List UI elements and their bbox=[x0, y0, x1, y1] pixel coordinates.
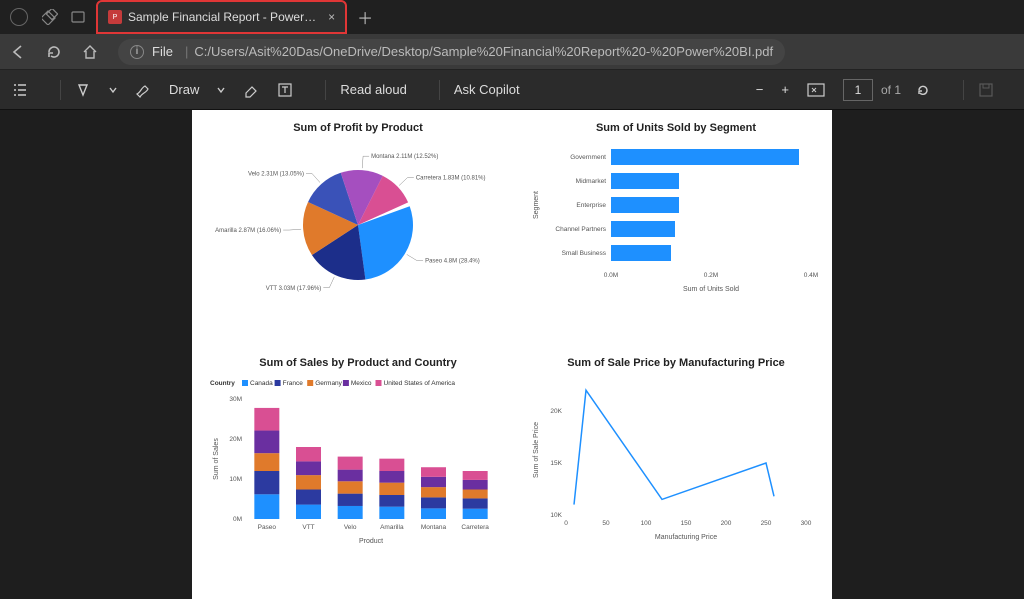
svg-text:Paseo: Paseo bbox=[258, 524, 277, 531]
zoom-out-button[interactable]: − bbox=[756, 82, 764, 97]
svg-text:VTT: VTT bbox=[302, 524, 314, 531]
line-chart: 10K 15K 20K Sum of Sale Price 0 50 100 150 200 25… bbox=[526, 375, 826, 555]
svg-text:Sum of Units Sold: Sum of Units Sold bbox=[683, 286, 739, 293]
chart-sale-price-by-mfg-price: Sum of Sale Price by Manufacturing Price… bbox=[526, 357, 826, 599]
svg-text:Sum of Sales: Sum of Sales bbox=[213, 438, 220, 480]
svg-text:10M: 10M bbox=[229, 476, 242, 483]
tab-title: Sample Financial Report - Power… bbox=[128, 10, 316, 24]
address-bar-row: i File | C:/Users/Asit%20Das/OneDrive/De… bbox=[0, 34, 1024, 70]
page-of-label: of 1 bbox=[881, 83, 901, 97]
svg-text:France: France bbox=[283, 380, 304, 387]
svg-text:Enterprise: Enterprise bbox=[576, 202, 606, 209]
svg-text:Channel Partners: Channel Partners bbox=[555, 226, 606, 233]
svg-text:200: 200 bbox=[721, 520, 732, 527]
zoom-in-button[interactable]: + bbox=[781, 82, 789, 97]
svg-text:Segment: Segment bbox=[533, 191, 540, 219]
pdf-toolbar: Draw Read aloud Ask Copilot − + of 1 bbox=[0, 70, 1024, 110]
svg-text:50: 50 bbox=[602, 520, 610, 527]
profile-avatar[interactable] bbox=[10, 8, 28, 26]
url-scheme: File bbox=[152, 44, 173, 59]
read-aloud-button[interactable]: Read aloud bbox=[340, 82, 407, 97]
svg-text:Carretera 1.83M (10.81%): Carretera 1.83M (10.81%) bbox=[416, 175, 486, 181]
url-separator: | bbox=[185, 44, 188, 59]
draw-dropdown[interactable] bbox=[217, 86, 225, 94]
home-button[interactable] bbox=[82, 44, 102, 60]
svg-text:Sum of Sale Price: Sum of Sale Price bbox=[533, 422, 540, 478]
svg-text:0.2M: 0.2M bbox=[704, 272, 718, 279]
chart-sales-by-product-country: Sum of Sales by Product and Country Coun… bbox=[208, 357, 508, 599]
tab-actions-icon[interactable] bbox=[70, 9, 86, 25]
svg-text:100: 100 bbox=[641, 520, 652, 527]
svg-text:Amarilla 2.87M (16.06%): Amarilla 2.87M (16.06%) bbox=[215, 228, 281, 234]
svg-text:Velo: Velo bbox=[344, 524, 357, 531]
window-titlebar: P Sample Financial Report - Power… × ＋ bbox=[0, 0, 1024, 34]
highlight-dropdown[interactable] bbox=[109, 86, 117, 94]
svg-text:Canada: Canada bbox=[250, 380, 273, 387]
pie-chart: Paseo 4.8M (28.4%) VTT 3.03M (17.96%) Amar… bbox=[208, 140, 508, 305]
chart-title: Sum of Sale Price by Manufacturing Price bbox=[567, 357, 785, 369]
svg-text:Amarilla: Amarilla bbox=[380, 524, 404, 531]
rotate-button[interactable] bbox=[915, 82, 931, 98]
pdf-file-icon: P bbox=[108, 10, 122, 24]
svg-text:20M: 20M bbox=[229, 436, 242, 443]
erase-button[interactable] bbox=[243, 82, 259, 98]
browser-tab[interactable]: P Sample Financial Report - Power… × bbox=[98, 2, 345, 32]
draw-label[interactable]: Draw bbox=[169, 82, 199, 97]
svg-text:20K: 20K bbox=[550, 408, 562, 415]
contents-button[interactable] bbox=[12, 82, 28, 98]
svg-text:Montana 2.11M (12.52%): Montana 2.11M (12.52%) bbox=[371, 154, 438, 160]
chart-title: Sum of Profit by Product bbox=[293, 122, 423, 134]
fit-page-button[interactable] bbox=[807, 83, 825, 97]
refresh-button[interactable] bbox=[46, 44, 66, 60]
svg-text:Product: Product bbox=[359, 538, 383, 545]
svg-text:VTT 3.03M (17.96%): VTT 3.03M (17.96%) bbox=[266, 286, 322, 292]
svg-text:Paseo 4.8M (28.4%): Paseo 4.8M (28.4%) bbox=[425, 259, 480, 265]
new-tab-button[interactable]: ＋ bbox=[357, 5, 373, 29]
svg-text:Montana: Montana bbox=[421, 524, 447, 531]
svg-text:0: 0 bbox=[564, 520, 568, 527]
save-button[interactable] bbox=[978, 82, 994, 98]
draw-tool-icon[interactable] bbox=[135, 82, 151, 98]
pdf-page: Sum of Profit by Product Paseo 4.8M (28.… bbox=[192, 110, 832, 599]
chart-profit-by-product: Sum of Profit by Product Paseo 4.8M (28.… bbox=[208, 122, 508, 349]
site-info-icon[interactable]: i bbox=[130, 45, 144, 59]
svg-text:150: 150 bbox=[681, 520, 692, 527]
svg-text:Country: Country bbox=[210, 380, 235, 387]
svg-text:30M: 30M bbox=[229, 396, 242, 403]
close-tab-button[interactable]: × bbox=[328, 10, 335, 24]
svg-text:0.0M: 0.0M bbox=[604, 272, 618, 279]
stacked-bar-chart: Country Canada France Germany Mexico United S… bbox=[208, 375, 508, 555]
svg-text:United States of America: United States of America bbox=[384, 380, 456, 387]
pdf-viewport[interactable]: Sum of Profit by Product Paseo 4.8M (28.… bbox=[0, 110, 1024, 599]
chart-title: Sum of Units Sold by Segment bbox=[596, 122, 756, 134]
svg-text:Manufacturing Price: Manufacturing Price bbox=[655, 534, 717, 541]
svg-text:Germany: Germany bbox=[315, 380, 342, 387]
ask-copilot-button[interactable]: Ask Copilot bbox=[454, 82, 520, 97]
page-number-input[interactable] bbox=[843, 79, 873, 101]
svg-text:Small Business: Small Business bbox=[562, 250, 607, 257]
workspaces-icon[interactable] bbox=[42, 9, 58, 25]
svg-text:Velo 2.31M (13.05%): Velo 2.31M (13.05%) bbox=[248, 172, 304, 178]
svg-text:15K: 15K bbox=[550, 460, 562, 467]
svg-text:Midmarket: Midmarket bbox=[576, 178, 607, 185]
svg-text:250: 250 bbox=[761, 520, 772, 527]
svg-text:Government: Government bbox=[570, 154, 606, 161]
chart-title: Sum of Sales by Product and Country bbox=[259, 357, 456, 369]
svg-text:10K: 10K bbox=[550, 512, 562, 519]
bar-chart: Government Midmarket Enterprise Channel Par… bbox=[526, 140, 826, 305]
svg-text:0M: 0M bbox=[233, 516, 242, 523]
svg-text:Mexico: Mexico bbox=[351, 380, 372, 387]
back-button[interactable] bbox=[10, 44, 30, 60]
svg-text:0.4M: 0.4M bbox=[804, 272, 818, 279]
chart-units-by-segment: Sum of Units Sold by Segment Government M… bbox=[526, 122, 826, 349]
text-button[interactable] bbox=[277, 82, 293, 98]
svg-text:Carretera: Carretera bbox=[461, 524, 489, 531]
highlight-button[interactable] bbox=[75, 82, 91, 98]
url-path: C:/Users/Asit%20Das/OneDrive/Desktop/Sam… bbox=[194, 44, 773, 59]
svg-text:300: 300 bbox=[801, 520, 812, 527]
address-bar[interactable]: i File | C:/Users/Asit%20Das/OneDrive/De… bbox=[118, 39, 785, 65]
